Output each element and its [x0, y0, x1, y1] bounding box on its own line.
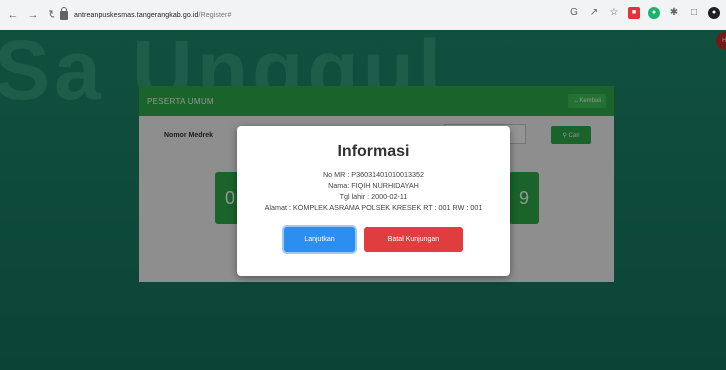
- extension-icon[interactable]: ■: [628, 7, 640, 19]
- share-icon[interactable]: ↗: [588, 7, 600, 19]
- dialog-body: No MR : P36031401010013352 Nama: FIQIH N…: [237, 169, 510, 213]
- browser-toolbar: ← → ↻ antreanpuskesmas.tangerangkab.go.i…: [0, 0, 726, 30]
- google-icon[interactable]: G: [568, 7, 580, 19]
- alamat-text: Alamat : KOMPLEK ASRAMA POLSEK KRESEK RT…: [264, 203, 483, 212]
- browser-actions: G ↗ ☆ ■ ● ✱ □ ●: [568, 7, 720, 19]
- forward-arrow-icon[interactable]: →: [26, 8, 40, 22]
- extension-green-icon[interactable]: ●: [648, 7, 660, 19]
- star-icon[interactable]: ☆: [608, 7, 620, 19]
- nama-text: Nama: FIQIH NURHIDAYAH: [328, 181, 419, 190]
- tgl-lahir-text: Tgl lahir : 2000-02-11: [339, 192, 408, 201]
- lock-icon: [60, 6, 68, 20]
- address-bar[interactable]: antreanpuskesmas.tangerangkab.go.id/Regi…: [54, 5, 574, 25]
- batal-kunjungan-button[interactable]: Batal Kunjungan: [364, 227, 463, 252]
- dialog-title: Informasi: [337, 143, 410, 160]
- back-arrow-icon[interactable]: ←: [6, 8, 20, 22]
- sidebar-icon[interactable]: □: [688, 7, 700, 19]
- informasi-dialog: Informasi No MR : P36031401010013352 Nam…: [237, 126, 510, 276]
- url-text: antreanpuskesmas.tangerangkab.go.id/Regi…: [74, 11, 232, 19]
- no-mr-text: No MR : P36031401010013352: [322, 170, 425, 179]
- puzzle-icon[interactable]: ✱: [668, 7, 680, 19]
- lanjutkan-button[interactable]: Lanjutkan: [284, 227, 355, 252]
- dialog-actions: Lanjutkan Batal Kunjungan: [237, 227, 510, 252]
- profile-icon[interactable]: ●: [708, 7, 720, 19]
